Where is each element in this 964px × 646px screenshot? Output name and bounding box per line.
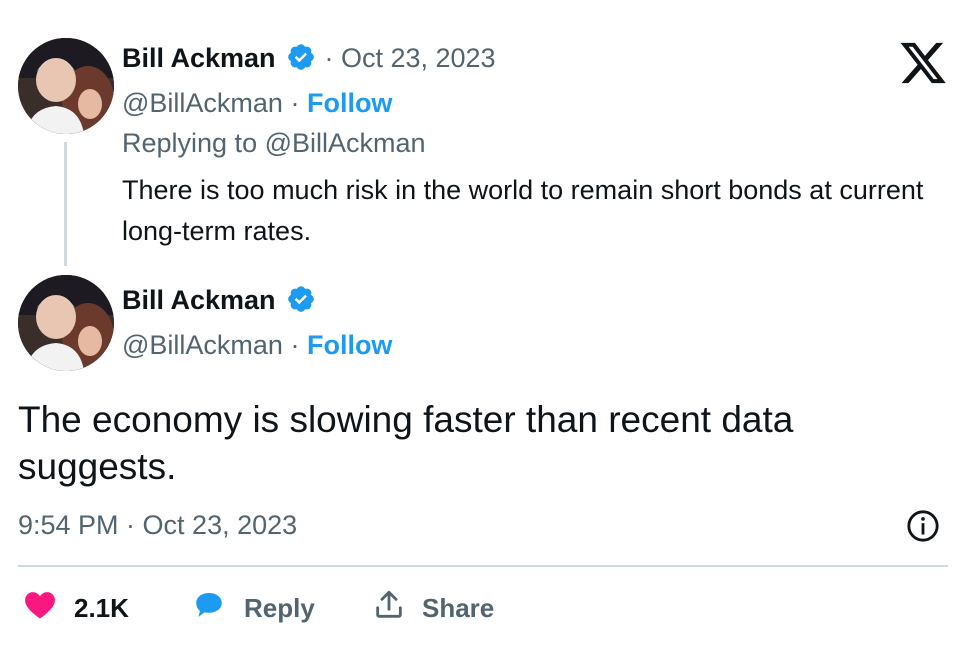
like-count: 2.1K xyxy=(74,593,129,623)
avatar[interactable] xyxy=(18,38,114,134)
thread-line xyxy=(64,142,67,266)
reply-tweet-text: There is too much risk in the world to r… xyxy=(122,175,924,246)
info-icon[interactable] xyxy=(906,509,940,548)
reply-bubble-icon xyxy=(190,588,228,629)
separator: · xyxy=(282,330,307,360)
verified-badge-icon xyxy=(286,42,316,72)
like-button[interactable]: 2.1K xyxy=(22,588,129,629)
tweet-date[interactable]: · Oct 23, 2023 xyxy=(324,43,495,73)
share-label: Share xyxy=(422,593,495,623)
x-logo-icon[interactable] xyxy=(898,40,948,91)
separator: · xyxy=(282,88,307,118)
handle-row: @BillAckman · Follow xyxy=(122,88,392,119)
reply-label: Reply xyxy=(244,593,315,623)
reply-button[interactable]: Reply xyxy=(190,588,315,629)
tweet-timestamp[interactable]: 9:54 PM · Oct 23, 2023 xyxy=(18,510,297,541)
main-tweet-text: The economy is slowing faster than recen… xyxy=(18,399,794,487)
share-icon xyxy=(372,588,406,629)
follow-button[interactable]: Follow xyxy=(307,330,392,360)
reply-tweet-header: Bill Ackman · Oct 23, 2023 xyxy=(122,42,496,74)
author-handle[interactable]: @BillAckman xyxy=(122,88,283,118)
replying-to-label[interactable]: Replying to @BillAckman xyxy=(122,128,426,159)
follow-button[interactable]: Follow xyxy=(307,88,392,118)
main-tweet-header: Bill Ackman xyxy=(122,284,316,316)
author-name[interactable]: Bill Ackman xyxy=(122,43,276,73)
author-handle[interactable]: @BillAckman xyxy=(122,330,283,360)
handle-row: @BillAckman · Follow xyxy=(122,330,392,361)
share-button[interactable]: Share xyxy=(372,588,494,629)
author-name[interactable]: Bill Ackman xyxy=(122,285,276,315)
avatar[interactable] xyxy=(18,275,114,371)
heart-icon xyxy=(22,588,58,629)
verified-badge-icon xyxy=(286,284,316,314)
divider xyxy=(18,565,948,567)
